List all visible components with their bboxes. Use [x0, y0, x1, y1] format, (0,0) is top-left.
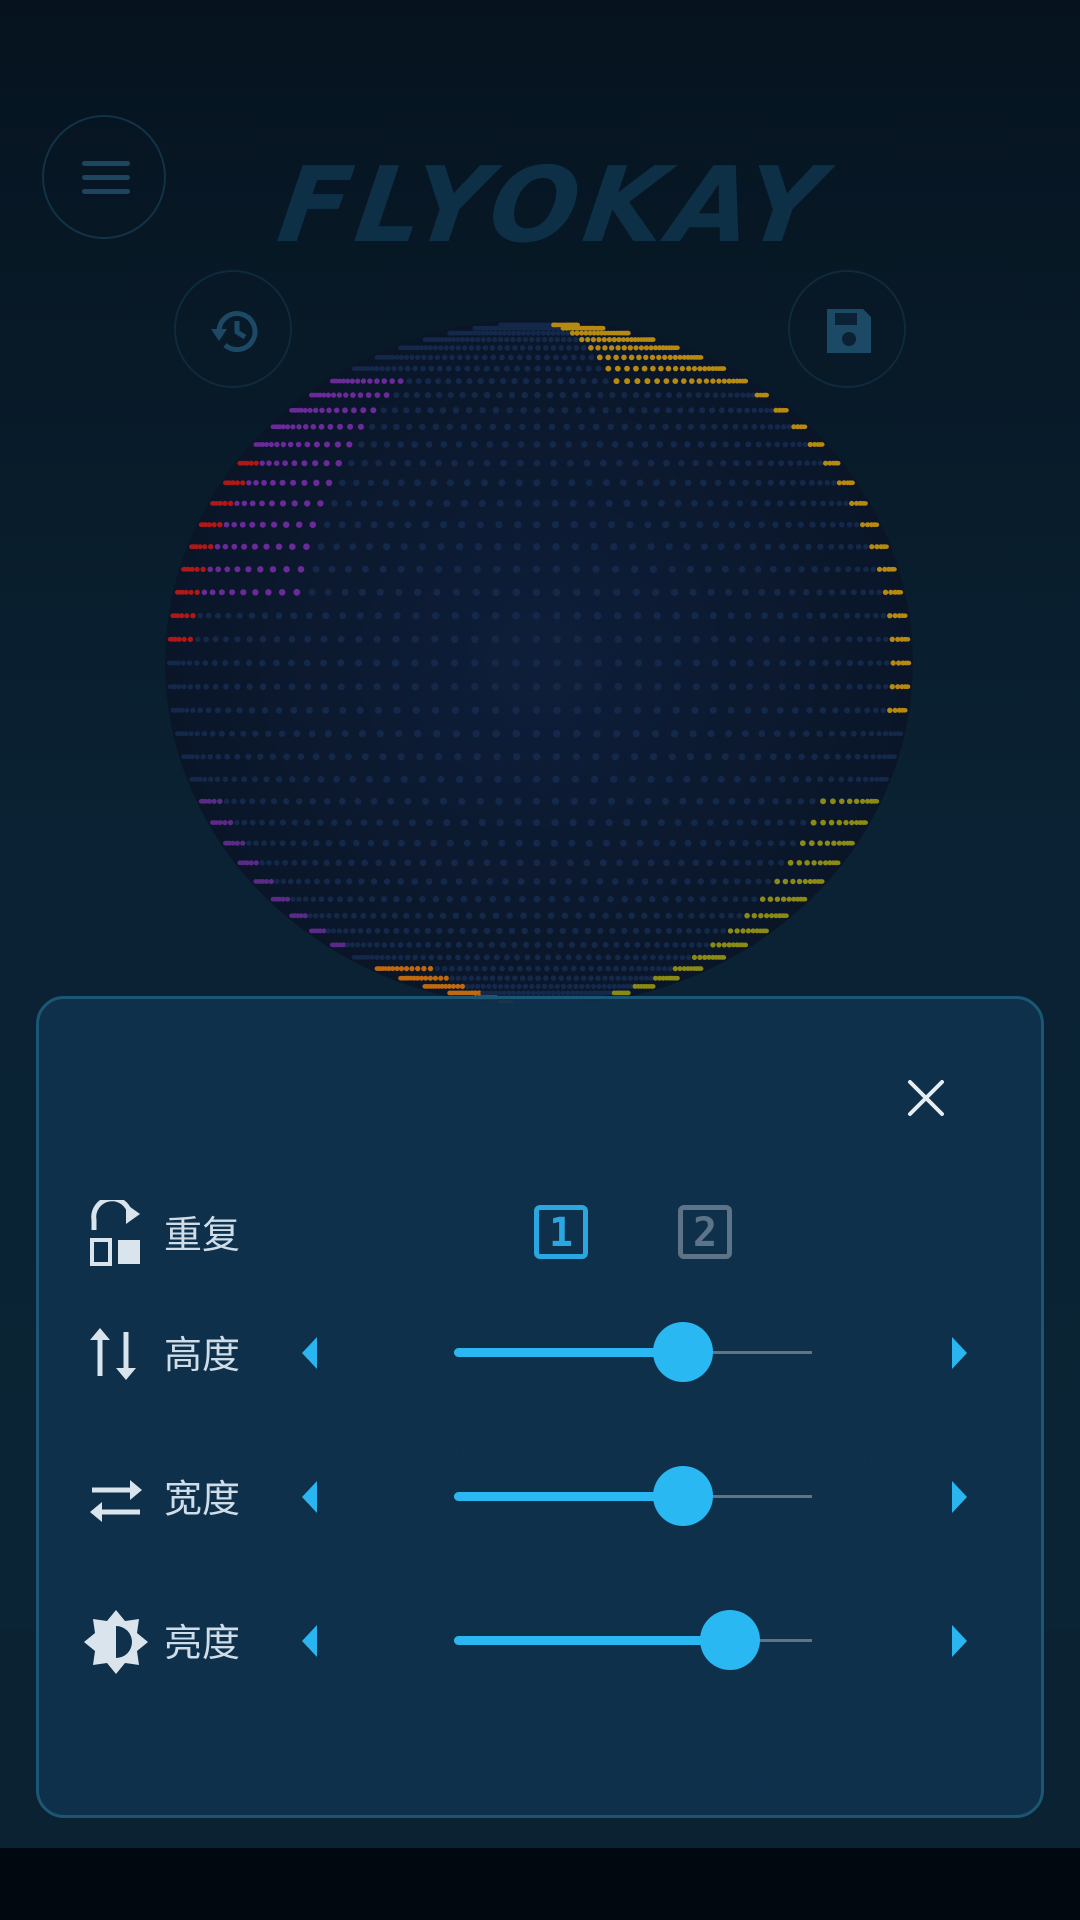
close-icon[interactable] — [898, 1070, 954, 1126]
brightness-slider-fill — [454, 1636, 730, 1645]
width-increase-arrow[interactable] — [952, 1481, 967, 1513]
height-decrease-arrow[interactable] — [302, 1337, 317, 1369]
globe-preview — [165, 319, 913, 1007]
repeat-label: 重复 — [164, 1213, 241, 1257]
height-arrows-icon — [90, 1328, 136, 1380]
width-slider-knob[interactable] — [653, 1466, 714, 1526]
brightness-increase-arrow[interactable] — [952, 1625, 967, 1657]
repeat-option-1[interactable]: 1 — [534, 1205, 588, 1259]
height-increase-arrow[interactable] — [952, 1337, 967, 1369]
app-logo: FLYOKAY — [271, 144, 837, 266]
brightness-decrease-arrow[interactable] — [302, 1625, 317, 1657]
brightness-label: 亮度 — [164, 1621, 241, 1665]
height-label: 高度 — [164, 1333, 241, 1377]
height-slider[interactable] — [454, 1322, 812, 1382]
height-slider-knob[interactable] — [653, 1322, 714, 1382]
width-decrease-arrow[interactable] — [302, 1481, 317, 1513]
width-arrows-icon — [90, 1480, 142, 1522]
height-slider-fill — [454, 1348, 684, 1357]
menu-button[interactable] — [42, 115, 166, 239]
width-label: 宽度 — [164, 1477, 241, 1521]
width-slider-fill — [454, 1492, 684, 1501]
brightness-icon — [84, 1610, 148, 1674]
repeat-icon — [90, 1200, 140, 1266]
brightness-slider[interactable] — [454, 1610, 812, 1670]
system-bar — [0, 1848, 1080, 1920]
brightness-slider-knob[interactable] — [699, 1610, 760, 1670]
repeat-option-2[interactable]: 2 — [678, 1205, 732, 1259]
hamburger-icon — [82, 161, 130, 195]
settings-panel — [36, 996, 1044, 1818]
width-slider[interactable] — [454, 1466, 812, 1526]
